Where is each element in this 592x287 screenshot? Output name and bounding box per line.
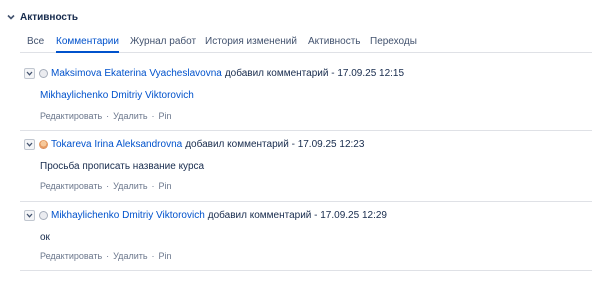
comment-body: ок bbox=[40, 232, 50, 243]
collapse-toggle-icon[interactable] bbox=[24, 138, 35, 150]
comment-actions: Редактировать · Удалить · Pin bbox=[40, 111, 172, 121]
comment-meta: добавил комментарий - 17.09.25 12:23 bbox=[185, 138, 365, 150]
edit-link[interactable]: Редактировать bbox=[40, 111, 102, 121]
comment-body-link[interactable]: Mikhaylichenko Dmitriy Viktorovich bbox=[40, 90, 194, 101]
separator: · bbox=[151, 181, 155, 191]
chevron-down-icon[interactable] bbox=[6, 12, 16, 22]
comment-actions: Редактировать · Удалить · Pin bbox=[40, 251, 172, 261]
comment-author[interactable]: Maksimova Ekaterina Vyacheslavovna bbox=[51, 68, 222, 79]
comment-meta: добавил комментарий - 17.09.25 12:29 bbox=[207, 209, 387, 221]
tab-activity[interactable]: Активность bbox=[308, 36, 361, 51]
tab-worklog[interactable]: Журнал работ bbox=[130, 36, 196, 51]
comment-header: Tokareva Irina Aleksandrovna добавил ком… bbox=[24, 137, 364, 151]
collapse-toggle-icon[interactable] bbox=[24, 209, 35, 221]
comment-item: Tokareva Irina Aleksandrovna добавил ком… bbox=[20, 137, 592, 202]
comment-author[interactable]: Tokareva Irina Aleksandrovna bbox=[51, 139, 182, 150]
tab-all[interactable]: Все bbox=[27, 36, 44, 51]
section-title: Активность bbox=[20, 11, 79, 23]
edit-link[interactable]: Редактировать bbox=[40, 251, 102, 261]
pin-link[interactable]: Pin bbox=[159, 111, 172, 121]
delete-link[interactable]: Удалить bbox=[113, 181, 147, 191]
comment-body: Просьба прописать название курса bbox=[40, 161, 205, 172]
separator: · bbox=[151, 111, 155, 121]
activity-tabs: Все Комментарии Журнал работ История изм… bbox=[20, 32, 592, 53]
comment-item: Mikhaylichenko Dmitriy Viktorovich добав… bbox=[20, 208, 592, 271]
comment-item: Maksimova Ekaterina Vyacheslavovna добав… bbox=[20, 66, 592, 131]
comment-actions: Редактировать · Удалить · Pin bbox=[40, 181, 172, 191]
separator: · bbox=[106, 111, 110, 121]
delete-link[interactable]: Удалить bbox=[113, 111, 147, 121]
avatar bbox=[39, 68, 48, 78]
comment-header: Maksimova Ekaterina Vyacheslavovna добав… bbox=[24, 66, 404, 80]
pin-link[interactable]: Pin bbox=[159, 251, 172, 261]
comment-meta: добавил комментарий - 17.09.25 12:15 bbox=[224, 67, 405, 79]
separator: · bbox=[106, 181, 110, 191]
avatar bbox=[39, 210, 48, 220]
tab-transitions[interactable]: Переходы bbox=[370, 36, 417, 51]
pin-link[interactable]: Pin bbox=[159, 181, 172, 191]
avatar bbox=[39, 139, 48, 149]
separator: · bbox=[151, 251, 155, 261]
comment-author[interactable]: Mikhaylichenko Dmitriy Viktorovich bbox=[51, 210, 205, 221]
tab-history[interactable]: История изменений bbox=[205, 36, 297, 51]
collapse-toggle-icon[interactable] bbox=[24, 67, 35, 79]
delete-link[interactable]: Удалить bbox=[113, 251, 147, 261]
edit-link[interactable]: Редактировать bbox=[40, 181, 102, 191]
comment-header: Mikhaylichenko Dmitriy Viktorovich добав… bbox=[24, 208, 387, 222]
tab-comments[interactable]: Комментарии bbox=[56, 36, 119, 53]
activity-section-header[interactable]: Активность bbox=[6, 9, 78, 25]
separator: · bbox=[106, 251, 110, 261]
